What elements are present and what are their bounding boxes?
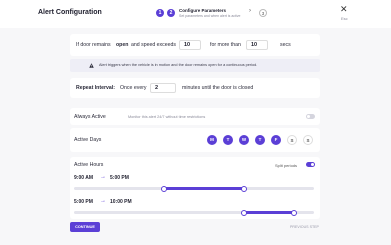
always-active-hint: Monitor this alert 24/7 without time res… [128, 114, 206, 119]
speed-input[interactable]: 10 [179, 40, 201, 50]
period-1-slider[interactable] [74, 185, 314, 192]
close-icon[interactable]: ✕ [340, 5, 348, 14]
repeat-prefix: Once every [120, 85, 147, 91]
always-active-panel: Always Active Monitor this alert 24/7 wi… [70, 108, 320, 125]
step-2-indicator[interactable]: 2 [167, 9, 175, 17]
period-2-end: 10:00 PM [110, 199, 132, 205]
info-banner: Alert triggers when the vehicle is in mo… [70, 59, 320, 72]
active-days-label: Active Days [74, 137, 102, 143]
period-1-start: 9:00 AM [74, 175, 93, 181]
toggle-knob [306, 114, 311, 119]
always-active-toggle[interactable] [306, 114, 315, 119]
repeat-interval-panel: Repeat Interval: Once every 2 minutes un… [70, 78, 320, 98]
day-sunday[interactable]: S [303, 135, 313, 145]
period-1-end-handle[interactable] [240, 185, 247, 192]
period-2-range [243, 211, 295, 214]
duration-input[interactable]: 10 [246, 40, 268, 50]
day-monday[interactable]: M [207, 135, 217, 145]
day-thursday[interactable]: T [255, 135, 265, 145]
repeat-suffix: minutes until the door is closed [182, 85, 254, 91]
dialog-title: Alert Configuration [38, 9, 102, 16]
chevron-right-icon: › [249, 8, 251, 14]
period-2-end-handle[interactable] [291, 209, 298, 216]
period-2-slider[interactable] [74, 209, 314, 216]
condition-prefix: If door remains [76, 42, 111, 48]
current-step-title: Configure Parameters [179, 8, 227, 13]
step-3-indicator[interactable]: 3 [259, 9, 267, 17]
day-saturday[interactable]: S [287, 135, 297, 145]
arrow-right-icon: → [100, 174, 106, 180]
current-step-subtitle: Set parameters and when alert is active [179, 14, 241, 18]
day-friday[interactable]: F [271, 135, 281, 145]
arrow-right-icon: → [100, 198, 106, 204]
alert-configuration-dialog: Alert Configuration 1 2 Configure Parame… [0, 0, 391, 245]
active-hours-label: Active Hours [74, 162, 104, 168]
repeat-label: Repeat Interval: [76, 85, 115, 91]
condition-for-text: for more than [210, 42, 241, 48]
split-periods-toggle[interactable] [306, 162, 315, 167]
condition-panel: If door remains open and speed exceeds 1… [70, 34, 320, 56]
always-active-label: Always Active [74, 114, 106, 120]
duration-unit: secs [280, 42, 291, 48]
info-text: Alert triggers when the vehicle is in mo… [99, 63, 258, 67]
condition-middle: and speed exceeds [131, 42, 176, 48]
repeat-minutes-input[interactable]: 2 [150, 83, 176, 93]
dialog-header: Alert Configuration 1 2 Configure Parame… [0, 0, 391, 28]
previous-step-link[interactable]: PREVIOUS STEP [290, 225, 319, 229]
day-wednesday[interactable]: W [239, 135, 249, 145]
period-1-end: 5:00 PM [110, 175, 129, 181]
period-1-range [164, 187, 244, 190]
active-days-panel: Active Days [70, 128, 320, 152]
period-2-start-handle[interactable] [240, 209, 247, 216]
split-periods-label: Split periods [275, 162, 298, 168]
step-1-indicator[interactable]: 1 [156, 9, 164, 17]
continue-button[interactable]: CONTINUE [70, 222, 100, 232]
period-1-start-handle[interactable] [161, 185, 167, 192]
warning-icon [89, 63, 94, 68]
day-tuesday[interactable]: T [223, 135, 233, 145]
condition-state: open [116, 42, 129, 48]
period-2-start: 5:00 PM [74, 199, 93, 205]
esc-label: Esc [341, 16, 348, 21]
toggle-knob [310, 162, 315, 167]
